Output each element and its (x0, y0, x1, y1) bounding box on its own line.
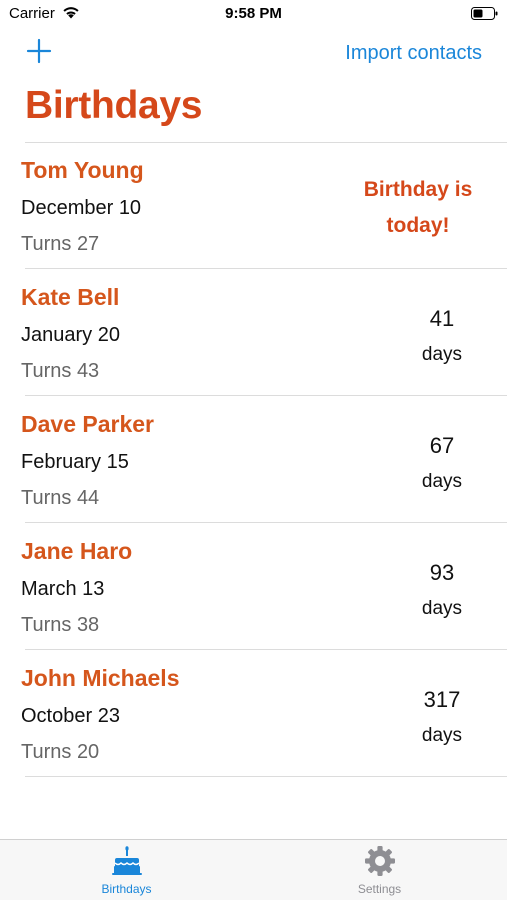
days-until: 67 days (397, 428, 487, 500)
days-count: 93 (429, 560, 455, 585)
list-item[interactable]: John Michaels October 23 Turns 20 317 da… (0, 650, 507, 777)
birthday-date: March 13 (21, 578, 105, 600)
list-item[interactable]: Tom Young December 10 Turns 27 Birthday … (0, 142, 507, 269)
turns-label: Turns 43 (21, 360, 100, 382)
battery-icon (471, 7, 498, 20)
page-title: Birthdays (25, 84, 203, 127)
person-name: John Michaels (21, 665, 180, 691)
birthday-date: January 20 (21, 324, 120, 346)
tab-settings-label: Settings (357, 882, 402, 896)
turns-label: Turns 20 (21, 741, 100, 763)
list-item[interactable]: Dave Parker February 15 Turns 44 67 days (0, 396, 507, 523)
days-unit: days (421, 344, 463, 365)
person-name: Kate Bell (21, 284, 120, 310)
status-time: 9:58 PM (225, 5, 282, 22)
days-until: 317 days (397, 682, 487, 754)
days-unit: days (421, 725, 463, 746)
cake-icon (111, 846, 142, 875)
person-name: Jane Haro (21, 538, 133, 564)
add-button[interactable] (24, 36, 54, 66)
list-item[interactable]: Kate Bell January 20 Turns 43 41 days (0, 269, 507, 396)
person-name: Tom Young (21, 157, 144, 183)
birthday-today-label: Birthday is today! (363, 178, 473, 237)
days-until: 93 days (397, 555, 487, 627)
status-bar: Carrier 9:58 PM (0, 0, 507, 28)
turns-label: Turns 38 (21, 614, 100, 636)
tab-bar: Birthdays Settings (0, 839, 507, 900)
turns-label: Turns 27 (21, 233, 100, 255)
days-count: 67 (429, 433, 455, 458)
days-count: 317 (423, 687, 461, 712)
nav-bar: Import contacts (0, 30, 507, 78)
days-until: 41 days (397, 301, 487, 373)
turns-label: Turns 44 (21, 487, 100, 509)
days-count: 41 (429, 306, 455, 331)
list-item[interactable]: Jane Haro March 13 Turns 38 93 days (0, 523, 507, 650)
birthday-date: February 15 (21, 451, 129, 473)
tab-settings[interactable]: Settings (253, 840, 506, 900)
import-contacts-button[interactable]: Import contacts (345, 42, 482, 65)
days-unit: days (421, 471, 463, 492)
days-unit: days (421, 598, 463, 619)
person-name: Dave Parker (21, 411, 154, 437)
birthday-date: October 23 (21, 705, 120, 727)
birthday-date: December 10 (21, 197, 142, 219)
gear-icon (364, 846, 395, 876)
divider (25, 776, 507, 777)
plus-icon (26, 38, 52, 64)
tab-birthdays[interactable]: Birthdays (0, 840, 253, 900)
tab-birthdays-label: Birthdays (101, 882, 152, 896)
